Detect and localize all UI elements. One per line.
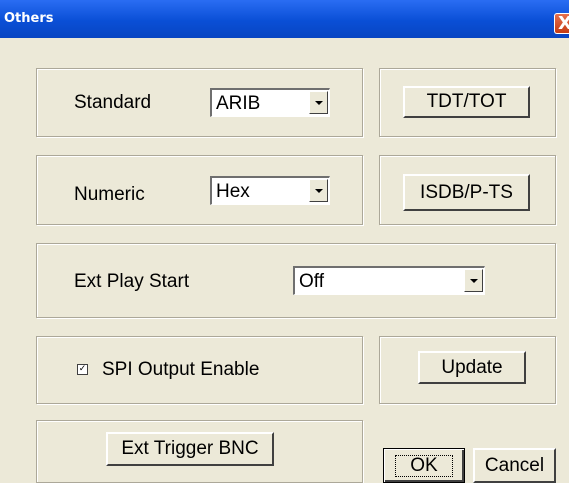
others-dialog: Others X Standard ARIB TDT/TOT Numeric H…	[0, 0, 569, 483]
standard-value: ARIB	[216, 93, 261, 114]
standard-select[interactable]: ARIB	[210, 88, 330, 117]
numeric-select[interactable]: Hex	[210, 176, 330, 205]
cancel-button[interactable]: Cancel	[473, 448, 556, 483]
ext-play-start-value: Off	[299, 271, 324, 292]
ext-trigger-bnc-button[interactable]: Ext Trigger BNC	[106, 432, 274, 466]
window-title: Others	[4, 11, 54, 26]
ok-button-label: OK	[395, 454, 453, 477]
ext-play-start-label: Ext Play Start	[74, 271, 190, 292]
standard-label: Standard	[74, 92, 152, 113]
isdb-pts-button[interactable]: ISDB/P-TS	[403, 174, 530, 211]
chevron-down-icon[interactable]	[464, 269, 483, 292]
chevron-down-icon[interactable]	[309, 91, 328, 114]
ext-play-start-select[interactable]: Off	[293, 266, 485, 295]
chevron-down-icon[interactable]	[309, 179, 328, 202]
tdt-tot-button[interactable]: TDT/TOT	[403, 86, 530, 118]
update-button[interactable]: Update	[418, 351, 526, 384]
numeric-value: Hex	[216, 181, 250, 202]
title-bar[interactable]: Others X	[0, 0, 569, 38]
checkbox-icon[interactable]: ✓	[77, 364, 88, 375]
numeric-label: Numeric	[74, 184, 145, 205]
ok-button[interactable]: OK	[383, 448, 465, 483]
close-button[interactable]: X	[554, 13, 569, 34]
close-icon: X	[558, 14, 569, 33]
spi-output-label[interactable]: SPI Output Enable	[102, 359, 259, 381]
